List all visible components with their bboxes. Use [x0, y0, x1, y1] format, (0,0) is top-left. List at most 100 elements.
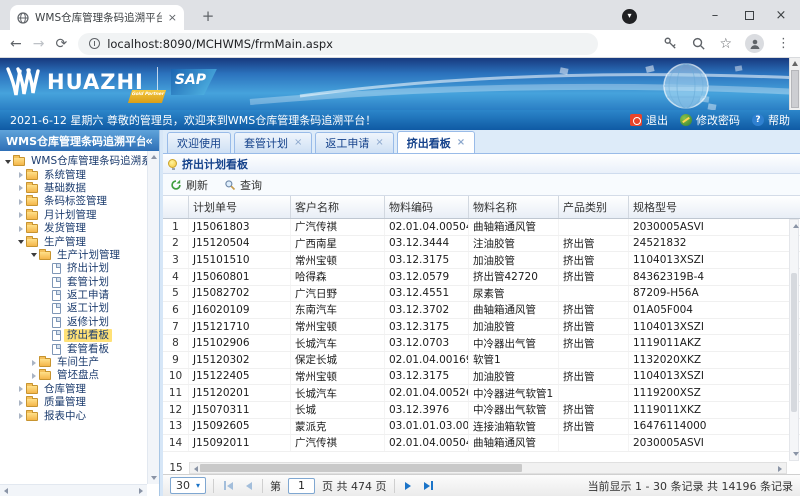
tab-casing-plan[interactable]: 套管计划 × — [234, 132, 312, 153]
refresh-button[interactable]: 刷新 — [170, 177, 208, 193]
expander-icon[interactable] — [16, 212, 25, 218]
table-row[interactable]: 11J15120201长城汽车02.01.04.00526中冷器进气软管1111… — [163, 385, 800, 402]
tree-item[interactable]: 发货管理 — [0, 222, 147, 235]
expander-icon[interactable] — [16, 185, 25, 191]
tree-item[interactable]: 仓库管理 — [0, 383, 147, 396]
tree-item[interactable]: 返修计划 — [0, 316, 147, 329]
sidebar-vertical-scrollbar[interactable] — [147, 151, 159, 484]
tab-close-icon[interactable]: × — [168, 12, 177, 23]
search-button[interactable]: 查询 — [224, 177, 262, 193]
tree-item[interactable]: 挤出看板 — [0, 329, 147, 342]
zoom-icon[interactable] — [691, 36, 706, 51]
expander-icon[interactable] — [16, 413, 25, 419]
tab-close-icon[interactable]: × — [457, 138, 465, 148]
table-row[interactable]: 14J15092011广汽传祺02.01.04.00504曲轴箱通风管20300… — [163, 435, 800, 452]
expander-icon[interactable] — [16, 400, 25, 406]
tab-close-icon[interactable]: × — [375, 138, 383, 148]
help-button[interactable]: ? 帮助 — [752, 112, 790, 128]
tree-item[interactable]: 挤出计划 — [0, 262, 147, 275]
scroll-left-icon[interactable] — [4, 488, 8, 494]
scroll-up-icon[interactable] — [793, 224, 799, 228]
tree-item[interactable]: 返工申请 — [0, 289, 147, 302]
column-header[interactable]: 物料编码 — [385, 196, 469, 218]
column-header[interactable]: 计划单号 — [189, 196, 291, 218]
table-row[interactable]: 8J15102906长城汽车03.12.0703中冷器出气管挤出管1119011… — [163, 335, 800, 352]
column-header[interactable]: 客户名称 — [291, 196, 385, 218]
next-page-button[interactable] — [402, 482, 414, 490]
tree-item[interactable]: 套管计划 — [0, 276, 147, 289]
column-header[interactable]: 规格型号 — [629, 196, 800, 218]
scroll-up-icon[interactable] — [792, 61, 798, 66]
table-row[interactable]: 12J15070311长城03.12.3976中冷器出气软管挤出管1119011… — [163, 402, 800, 419]
scrollbar-thumb[interactable] — [791, 273, 797, 412]
scrollbar-thumb[interactable] — [791, 70, 799, 108]
tree-item[interactable]: 月计划管理 — [0, 209, 147, 222]
tree-item[interactable]: 生产管理 — [0, 235, 147, 248]
table-row[interactable]: 4J15060801哈得森03.12.0579挤出管42720挤出管843623… — [163, 269, 800, 286]
tree-item[interactable]: 质量管理 — [0, 396, 147, 409]
sidebar-collapse-icon[interactable]: « — [145, 134, 153, 148]
table-row[interactable]: 9J15120302保定长城02.01.04.00169软管11132020XK… — [163, 352, 800, 369]
table-row[interactable]: 10J15122405常州宝顿03.12.3175加油胶管挤出管1104013X… — [163, 369, 800, 386]
tree-item[interactable]: 套管看板 — [0, 342, 147, 355]
expander-icon[interactable] — [29, 253, 38, 257]
expander-icon[interactable] — [3, 160, 12, 164]
tree-item[interactable]: 条码标签管理 — [0, 195, 147, 208]
tab-strip-menu-icon[interactable]: ▾ — [622, 9, 637, 24]
reload-icon[interactable]: ⟳ — [55, 37, 67, 51]
profile-avatar[interactable] — [745, 34, 764, 53]
table-row[interactable]: 1J15061803广汽传祺02.01.04.00504曲轴箱通风管203000… — [163, 219, 800, 236]
expander-icon[interactable] — [16, 386, 25, 392]
tree-item[interactable]: 返工计划 — [0, 302, 147, 315]
expander-icon[interactable] — [16, 172, 25, 178]
sidebar-horizontal-scrollbar[interactable] — [0, 484, 147, 496]
new-tab-button[interactable]: + — [198, 7, 218, 27]
tree-item[interactable]: 报表中心 — [0, 409, 147, 422]
last-page-button[interactable] — [421, 481, 436, 490]
window-minimize-button[interactable]: – — [698, 0, 732, 30]
expander-icon[interactable] — [16, 226, 25, 232]
window-close-button[interactable]: × — [764, 0, 798, 30]
table-row[interactable]: 3J15101510常州宝顿03.12.3175加油胶管挤出管1104013XS… — [163, 252, 800, 269]
expander-icon[interactable] — [16, 199, 25, 205]
tab-extrusion-board[interactable]: 挤出看板 × — [397, 131, 475, 153]
table-row[interactable]: 5J15082702广汽日野03.12.4551尿素管87209-H56A — [163, 286, 800, 303]
page-number-input[interactable] — [288, 478, 315, 494]
tree-item[interactable]: 车间生产 — [0, 356, 147, 369]
scroll-right-icon[interactable] — [139, 488, 143, 494]
column-header[interactable]: 产品类别 — [559, 196, 629, 218]
tree-item[interactable]: 生产计划管理 — [0, 249, 147, 262]
tree-item[interactable]: WMS仓库管理条码追溯系统 — [0, 155, 147, 168]
scrollbar-thumb[interactable] — [200, 464, 522, 472]
tree-item[interactable]: 系统管理 — [0, 168, 147, 181]
expander-icon[interactable] — [29, 373, 38, 379]
grid-vertical-scrollbar[interactable] — [789, 219, 799, 461]
password-key-icon[interactable] — [663, 36, 678, 51]
page-size-select[interactable]: 30 ▾ — [170, 477, 206, 494]
scroll-up-icon[interactable] — [151, 155, 157, 159]
table-row[interactable]: 2J15120504广西南星03.12.3444注油胶管挤出管24521832 — [163, 236, 800, 253]
info-icon[interactable] — [89, 38, 100, 49]
tab-rework-request[interactable]: 返工申请 × — [315, 132, 393, 153]
bookmark-star-icon[interactable]: ☆ — [719, 37, 732, 51]
logout-button[interactable]: 退出 — [630, 112, 668, 128]
scroll-down-icon[interactable] — [793, 452, 799, 456]
browser-tab[interactable]: WMS仓库管理条码追溯平台 × — [10, 5, 184, 30]
tree-item[interactable]: 管坯盘点 — [0, 369, 147, 382]
table-row[interactable]: 6J16020109东南汽车03.12.3702曲轴箱通风管挤出管01A05F0… — [163, 302, 800, 319]
expander-icon[interactable] — [29, 360, 38, 366]
window-maximize-button[interactable] — [732, 0, 766, 30]
scroll-right-icon[interactable] — [778, 466, 782, 472]
scroll-left-icon[interactable] — [194, 466, 198, 472]
back-icon[interactable]: ← — [10, 37, 22, 51]
table-row[interactable]: 13J15092605蒙派克03.01.01.03.00152连接油箱软管挤出管… — [163, 419, 800, 436]
expander-icon[interactable] — [16, 240, 25, 244]
grid-horizontal-scrollbar[interactable] — [189, 462, 787, 474]
table-row[interactable]: 7J15121710常州宝顿03.12.3175加油胶管挤出管1104013XS… — [163, 319, 800, 336]
url-bar[interactable]: localhost:8090/MCHWMS/frmMain.aspx — [78, 33, 598, 55]
column-header[interactable]: 物料名称 — [469, 196, 559, 218]
browser-menu-icon[interactable]: ⋮ — [777, 36, 790, 51]
change-password-button[interactable]: 修改密码 — [680, 112, 740, 128]
tab-welcome[interactable]: 欢迎使用 — [167, 132, 231, 153]
tree-item[interactable]: 基础数据 — [0, 182, 147, 195]
